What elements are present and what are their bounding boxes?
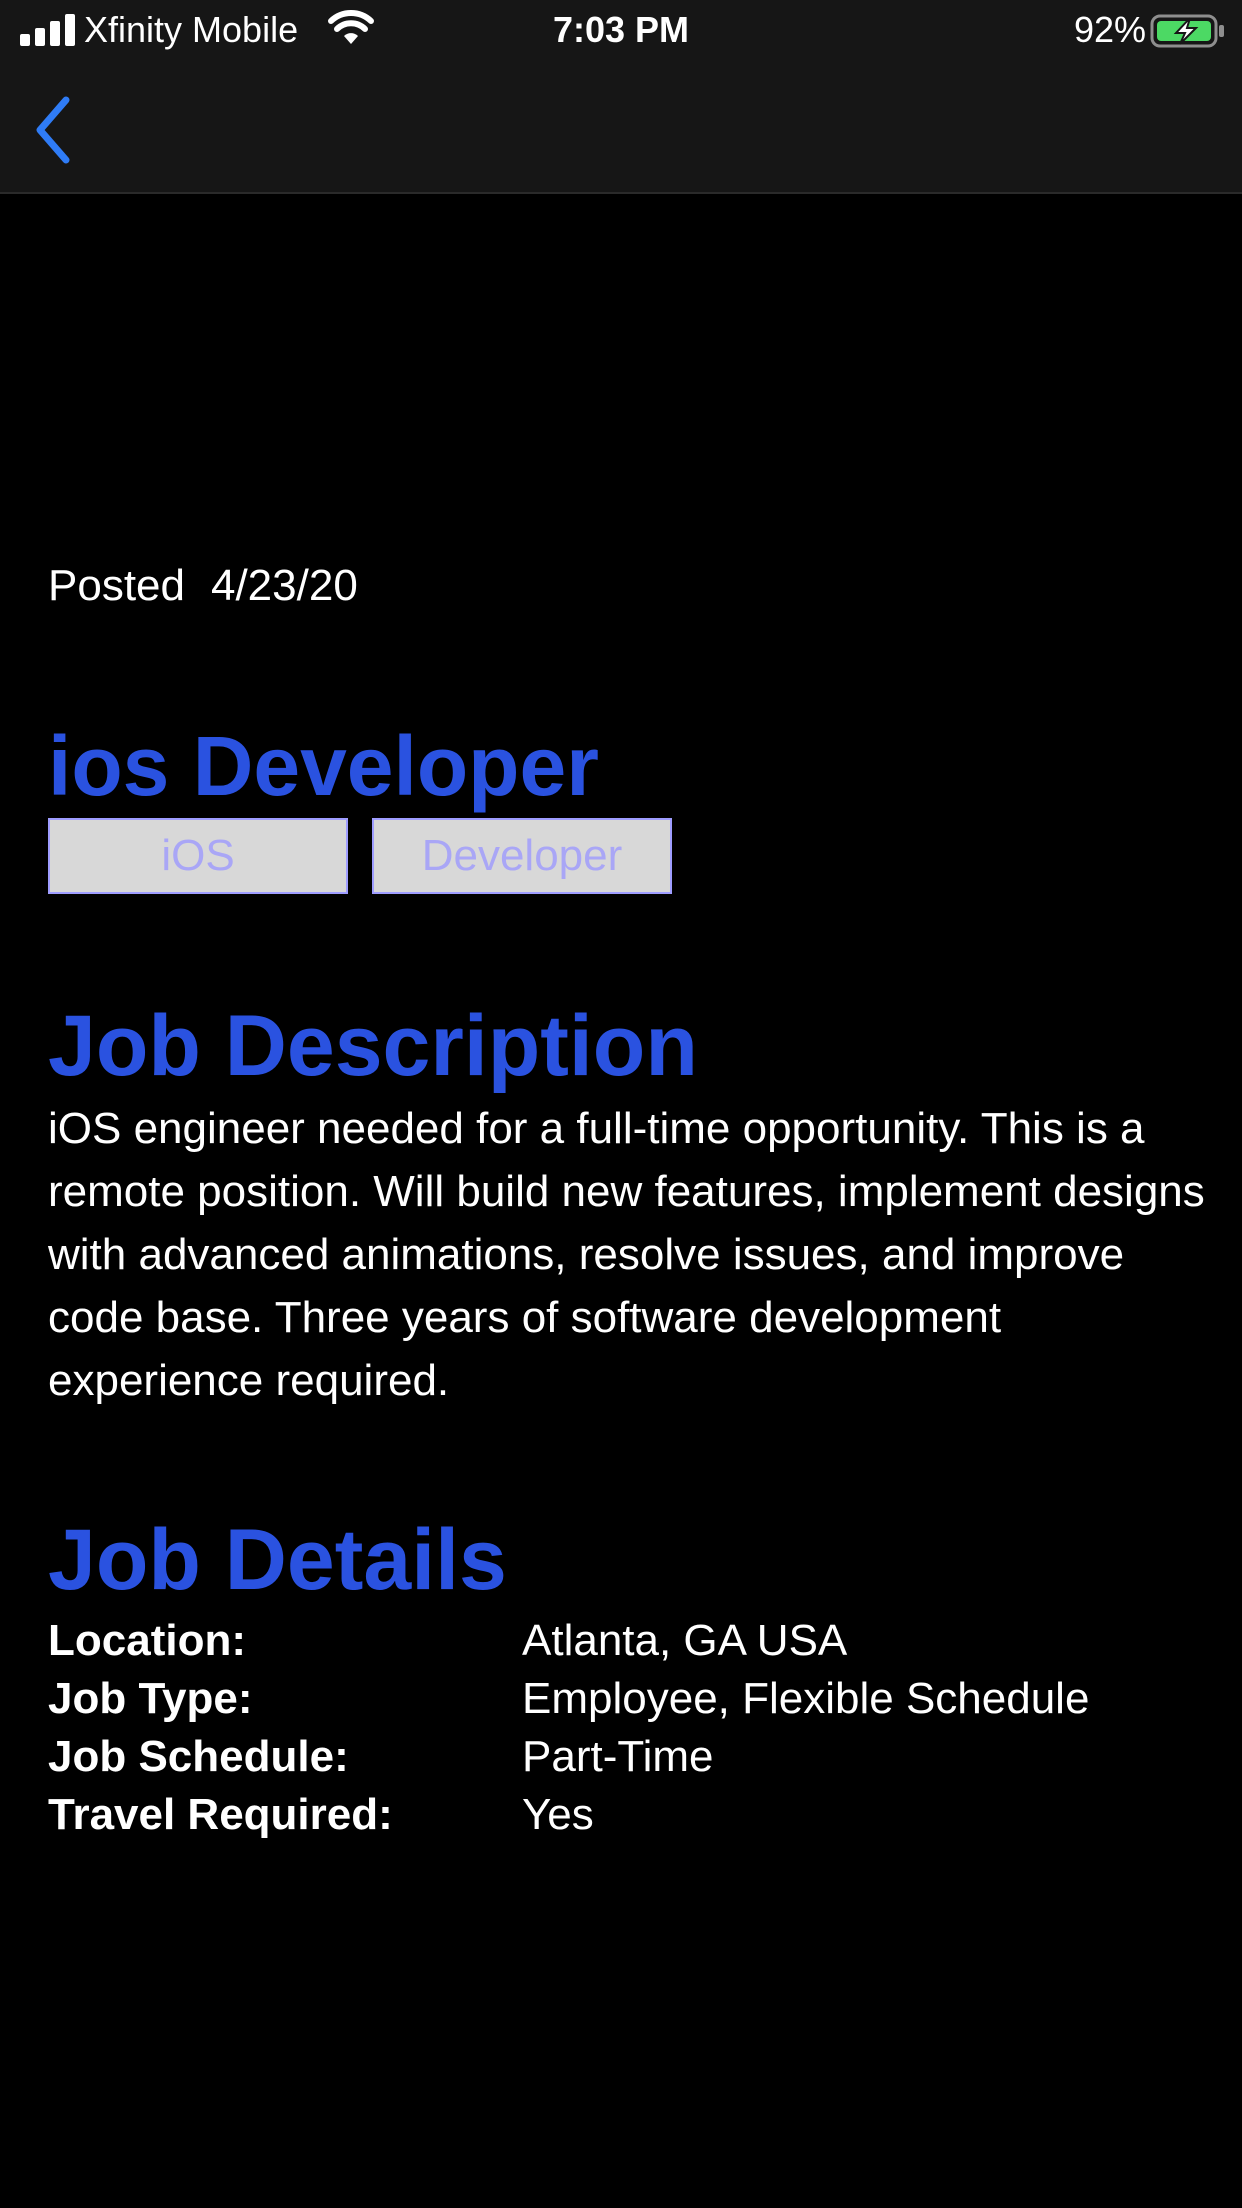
chevron-left-icon	[36, 96, 70, 164]
posted-label: Posted	[48, 561, 185, 610]
job-details-list: Location: Atlanta, GA USA Job Type: Empl…	[48, 1612, 1208, 1844]
navigation-bar: Xfinity Mobile 7:03 PM 92%	[0, 0, 1242, 194]
tag-ios[interactable]: iOS	[48, 818, 348, 894]
detail-row-travel-required: Travel Required: Yes	[48, 1786, 1208, 1844]
detail-label: Travel Required:	[48, 1790, 393, 1839]
detail-value: Yes	[522, 1790, 594, 1839]
detail-row-job-type: Job Type: Employee, Flexible Schedule	[48, 1670, 1208, 1728]
posted-date-row: Posted 4/23/20	[48, 558, 358, 614]
battery-charging-icon	[1150, 14, 1224, 48]
detail-label: Job Type:	[48, 1674, 253, 1723]
back-button[interactable]	[26, 90, 86, 170]
job-details-heading: Job Details	[48, 1512, 507, 1608]
job-description-heading: Job Description	[48, 998, 698, 1094]
tag-developer[interactable]: Developer	[372, 818, 672, 894]
battery-percentage: 92%	[1073, 9, 1146, 50]
job-title: ios Developer	[48, 719, 599, 813]
status-bar: Xfinity Mobile 7:03 PM 92%	[0, 0, 1242, 62]
detail-value: Atlanta, GA USA	[522, 1616, 848, 1665]
posted-date: 4/23/20	[210, 561, 358, 610]
detail-row-job-schedule: Job Schedule: Part-Time	[48, 1728, 1208, 1786]
detail-value: Part-Time	[522, 1732, 714, 1781]
detail-row-location: Location: Atlanta, GA USA	[48, 1612, 1208, 1670]
detail-label: Job Schedule:	[48, 1732, 349, 1781]
job-description-text: iOS engineer needed for a full-time oppo…	[48, 1104, 1205, 1405]
detail-value: Employee, Flexible Schedule	[522, 1674, 1090, 1723]
detail-label: Location:	[48, 1616, 246, 1665]
status-time: 7:03 PM	[552, 9, 690, 50]
